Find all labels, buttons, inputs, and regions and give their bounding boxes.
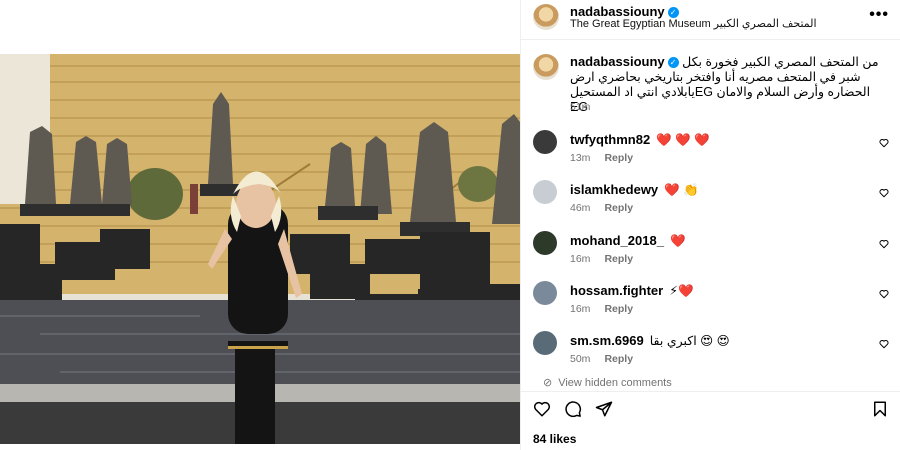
actions-divider	[521, 391, 900, 392]
verified-badge-icon: ✓	[667, 57, 679, 68]
post-location[interactable]: The Great Egyptian Museum المتحف المصري …	[570, 17, 817, 30]
comment-text: ⚡❤️	[669, 284, 694, 298]
reply-button[interactable]: Reply	[604, 303, 633, 315]
comment-username[interactable]: hossam.fighter	[570, 283, 663, 298]
commenter-avatar[interactable]	[533, 281, 557, 305]
heart-outline-icon[interactable]	[879, 239, 889, 249]
reply-button[interactable]: Reply	[604, 253, 633, 265]
heart-outline-icon[interactable]	[533, 400, 551, 418]
comment-username[interactable]: islamkhedewy	[570, 182, 658, 197]
comment-username[interactable]: twfyqthmn82	[570, 132, 650, 147]
post-header: nadabassiouny ✓ The Great Egyptian Museum…	[521, 0, 900, 36]
post-caption: nadabassiouny ✓ من المتحف المصري الكبير ف…	[521, 50, 900, 116]
heart-outline-icon[interactable]	[879, 188, 889, 198]
reply-button[interactable]: Reply	[604, 152, 633, 164]
reply-button[interactable]: Reply	[604, 202, 633, 214]
comment-timestamp: 16m	[570, 303, 591, 315]
heart-outline-icon[interactable]	[879, 289, 889, 299]
comment-timestamp: 13m	[570, 152, 591, 164]
photo-pane	[0, 0, 520, 450]
comment-item: sm.sm.6969 😍 😍 اكبري بقا 50m Reply	[521, 331, 900, 371]
commenter-avatar[interactable]	[533, 180, 557, 204]
comment-item: twfyqthmn82 ❤️ ❤️ ❤️ 13m Reply	[521, 130, 900, 170]
comment-timestamp: 16m	[570, 253, 591, 265]
heart-outline-icon[interactable]	[879, 339, 889, 349]
comment-username[interactable]: sm.sm.6969	[570, 333, 644, 348]
caption-username[interactable]: nadabassiouny ✓	[570, 54, 679, 69]
author-avatar[interactable]	[533, 54, 559, 80]
more-options-icon[interactable]: •••	[869, 6, 889, 24]
caption-timestamp: 51m	[570, 101, 591, 113]
comment-item: mohand_2018_ ❤️ 16m Reply	[521, 231, 900, 271]
view-hidden-comments-link[interactable]: ⊘ View hidden comments	[543, 376, 672, 389]
bookmark-icon[interactable]	[871, 400, 889, 418]
commenter-avatar[interactable]	[533, 231, 557, 255]
reply-button[interactable]: Reply	[604, 353, 633, 365]
post-photo[interactable]	[0, 54, 520, 444]
header-divider	[521, 39, 900, 40]
heart-outline-icon[interactable]	[879, 138, 889, 148]
comment-item: hossam.fighter ⚡❤️ 16m Reply	[521, 281, 900, 321]
likes-count[interactable]: 84 likes	[533, 432, 576, 446]
comment-text: ❤️	[669, 234, 686, 248]
post-side-panel: nadabassiouny ✓ The Great Egyptian Museum…	[520, 0, 900, 450]
speech-bubble-icon[interactable]	[564, 400, 582, 418]
post-actions	[521, 398, 900, 422]
commenter-avatar[interactable]	[533, 130, 557, 154]
eye-slash-icon: ⊘	[543, 377, 553, 389]
paper-plane-icon[interactable]	[595, 400, 613, 418]
comment-text: 😍 😍 اكبري بقا	[649, 334, 730, 348]
comment-username[interactable]: mohand_2018_	[570, 233, 664, 248]
author-avatar[interactable]	[533, 4, 559, 30]
comment-item: islamkhedewy ❤️ 👏 46m Reply	[521, 180, 900, 220]
comment-text: ❤️ 👏	[664, 183, 699, 197]
commenter-avatar[interactable]	[533, 331, 557, 355]
comment-text: ❤️ ❤️ ❤️	[656, 133, 710, 147]
comment-timestamp: 46m	[570, 202, 591, 214]
comment-timestamp: 50m	[570, 353, 591, 365]
caption-body: nadabassiouny ✓ من المتحف المصري الكبير ف…	[570, 54, 882, 115]
